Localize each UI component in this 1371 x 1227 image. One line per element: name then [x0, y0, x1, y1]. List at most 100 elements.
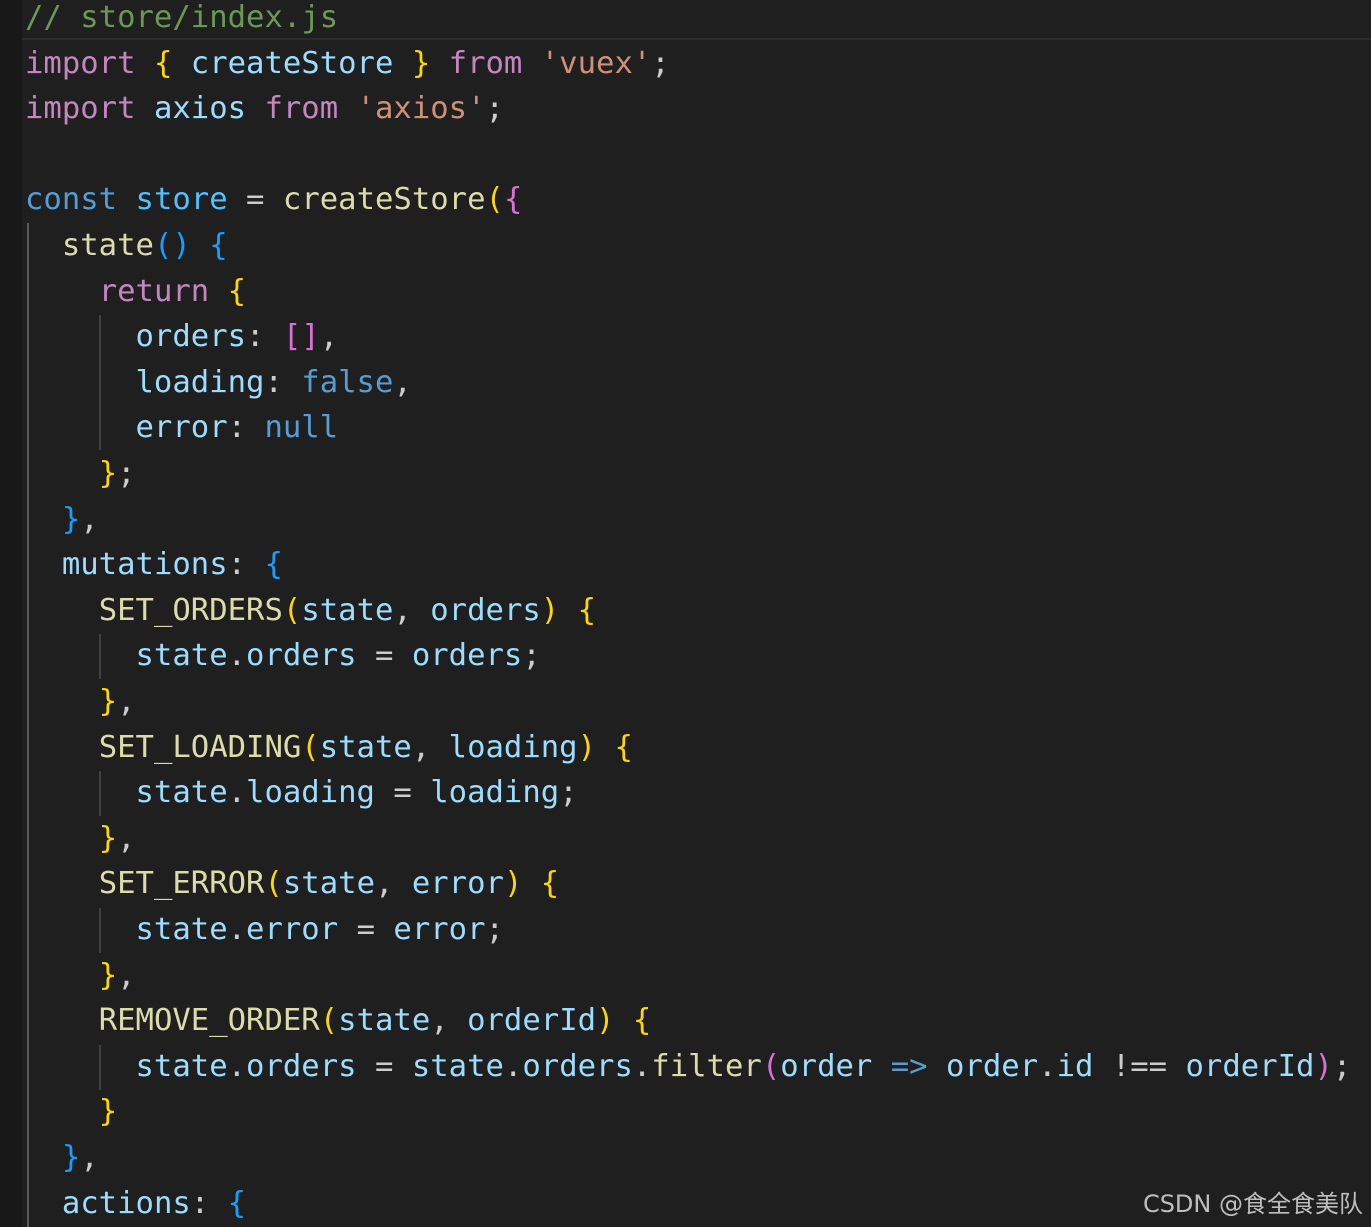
code-token: loading: [135, 364, 265, 400]
code-token: ,: [393, 364, 412, 400]
code-token: const: [25, 182, 118, 218]
code-token: .: [632, 1048, 652, 1084]
code-token: {: [209, 228, 228, 263]
code-token: {: [153, 45, 173, 81]
code-token: .: [1038, 1048, 1057, 1084]
code-token: ,: [393, 592, 431, 628]
code-token: ,: [80, 501, 99, 537]
code-token: filter: [651, 1048, 762, 1084]
code-token: state: [301, 592, 394, 628]
code-token: }: [61, 501, 81, 537]
code-line[interactable]: orders: [],: [25, 314, 339, 359]
code-token: false: [301, 364, 394, 400]
code-line[interactable]: state.loading = loading;: [25, 770, 578, 815]
code-token: ): [577, 729, 597, 765]
code-token: error: [411, 866, 504, 902]
code-line[interactable]: }: [25, 1089, 117, 1134]
code-token: ): [540, 592, 560, 628]
code-token: id: [1056, 1048, 1094, 1084]
code-token: ;: [522, 638, 541, 674]
code-line[interactable]: };: [25, 451, 136, 496]
code-token: ;: [117, 456, 136, 491]
code-token: ,: [375, 866, 412, 902]
code-line[interactable]: },: [25, 1135, 99, 1180]
code-token: {: [264, 547, 283, 583]
code-token: state: [135, 775, 228, 811]
code-token: 'vuex': [540, 45, 652, 81]
code-line[interactable]: error: null: [25, 405, 339, 450]
code-line[interactable]: state.error = error;: [25, 907, 504, 952]
code-token: createStore: [190, 45, 394, 81]
code-line[interactable]: },: [25, 953, 136, 998]
code-line[interactable]: SET_ERROR(state, error) {: [25, 861, 560, 906]
code-line[interactable]: import axios from 'axios';: [25, 86, 504, 131]
code-line[interactable]: loading: false,: [25, 360, 412, 405]
code-token: ;: [651, 45, 670, 81]
code-line[interactable]: SET_LOADING(state, loading) {: [25, 725, 633, 770]
code-line[interactable]: mutations: {: [25, 542, 283, 587]
code-line[interactable]: },: [25, 497, 99, 542]
code-line[interactable]: state.orders = state.orders.filter(order…: [25, 1044, 1352, 1089]
code-token: ,: [411, 729, 449, 765]
code-token: state: [61, 228, 154, 263]
code-token: from: [448, 45, 523, 81]
code-line[interactable]: },: [25, 679, 136, 724]
code-line[interactable]: actions: {: [25, 1181, 246, 1226]
code-token: orders: [411, 638, 523, 674]
code-token: from: [264, 91, 339, 127]
code-token: :: [190, 1185, 228, 1221]
code-line[interactable]: import { createStore } from 'vuex';: [25, 41, 670, 86]
code-token: ;: [485, 91, 504, 127]
code-line[interactable]: SET_ORDERS(state, orders) {: [25, 588, 596, 633]
code-token: null: [264, 410, 339, 446]
code-token: (: [761, 1048, 781, 1084]
code-token: orders: [246, 638, 357, 674]
code-token: =>: [890, 1048, 928, 1084]
code-token: state: [282, 866, 375, 902]
code-token: state: [135, 912, 228, 947]
code-token: .: [227, 912, 247, 947]
code-token: ;: [485, 912, 504, 947]
code-line[interactable]: },: [25, 816, 136, 861]
code-token: error: [135, 410, 228, 446]
code-token: return: [98, 273, 210, 309]
code-editor[interactable]: // store/index.js import { createStore } …: [0, 0, 1371, 1227]
code-line[interactable]: state.orders = orders;: [25, 633, 541, 678]
code-token: ;: [559, 775, 578, 811]
code-token: .: [503, 1048, 523, 1084]
code-token: (: [485, 182, 504, 218]
code-token: import: [25, 45, 136, 81]
code-token: import: [25, 91, 136, 127]
code-token: SET_LOADING: [98, 729, 302, 765]
code-token: ,: [117, 684, 136, 719]
code-token: {: [227, 273, 247, 309]
code-line[interactable]: return {: [25, 269, 246, 314]
code-line[interactable]: const store = createStore({: [25, 177, 522, 222]
code-token: (: [282, 592, 302, 628]
code-line[interactable]: state() {: [25, 223, 228, 268]
code-line[interactable]: // store/index.js: [22, 0, 1371, 40]
code-line[interactable]: REMOVE_ORDER(state, orderId) {: [25, 998, 652, 1043]
code-token: =: [338, 912, 394, 947]
code-token: {: [632, 1003, 652, 1039]
code-token: }: [98, 1094, 118, 1130]
